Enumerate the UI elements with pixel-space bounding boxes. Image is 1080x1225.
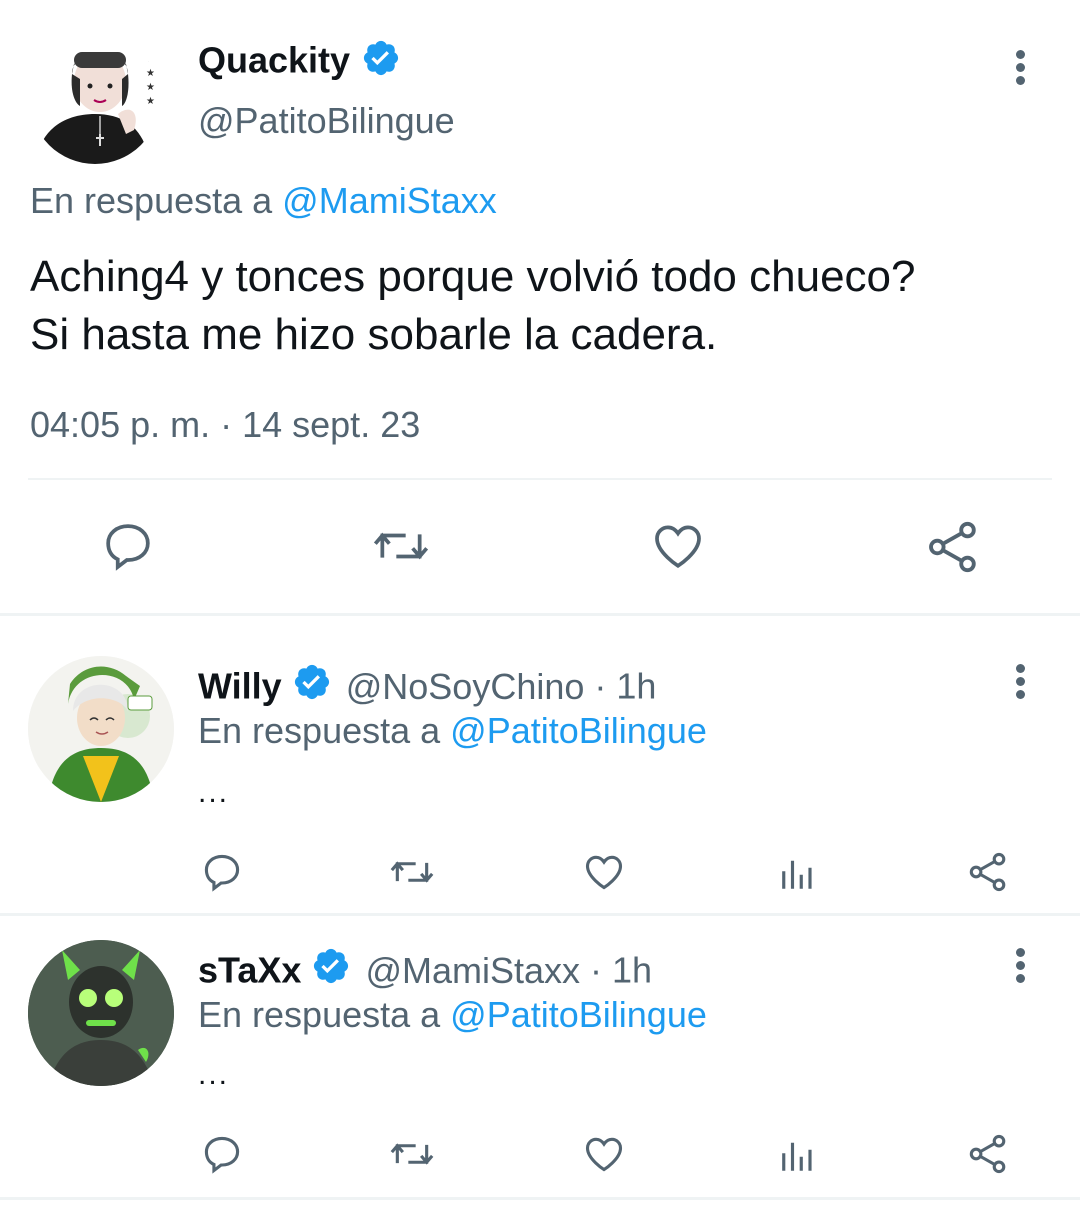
- reply-context: En respuesta a @MamiStaxx: [30, 180, 497, 222]
- reply-prefix: En respuesta a: [198, 710, 441, 751]
- author-name[interactable]: Willy: [198, 666, 282, 707]
- reply-context: En respuesta a @PatitoBilingue: [198, 994, 707, 1036]
- svg-text:★: ★: [146, 96, 155, 107]
- more-icon[interactable]: [1014, 50, 1026, 89]
- section-separator: [0, 613, 1080, 616]
- tweet-text-line-1: Aching4 y tonces porque volvió todo chue…: [30, 252, 916, 301]
- avatar-willy[interactable]: [28, 656, 174, 802]
- retweet-icon[interactable]: [368, 518, 434, 574]
- reply-time[interactable]: · 1h: [590, 950, 652, 991]
- reply-context: En respuesta a @PatitoBilingue: [198, 710, 707, 752]
- reply-1-header: Willy @NoSoyChino · 1h: [198, 662, 656, 708]
- section-separator: [0, 913, 1080, 916]
- like-icon[interactable]: [650, 518, 706, 574]
- svg-text:★: ★: [146, 54, 155, 65]
- avatar-image: [28, 656, 174, 802]
- main-author-line: Quackity: [198, 38, 401, 82]
- divider: [28, 478, 1052, 480]
- author-name[interactable]: sTaXx: [198, 950, 301, 991]
- analytics-icon[interactable]: [774, 1134, 818, 1176]
- reply-icon[interactable]: [100, 518, 156, 574]
- reply-icon[interactable]: [200, 1132, 244, 1176]
- reply-prefix: En respuesta a: [198, 994, 441, 1035]
- retweet-icon[interactable]: [386, 1132, 438, 1176]
- verified-badge-icon: [361, 38, 401, 83]
- reply-to-link[interactable]: @PatitoBilingue: [450, 710, 707, 751]
- avatar-image: [28, 940, 174, 1086]
- more-icon[interactable]: [1014, 948, 1026, 987]
- analytics-icon[interactable]: [774, 852, 818, 894]
- reply-icon[interactable]: [200, 850, 244, 894]
- share-icon[interactable]: [924, 518, 982, 576]
- reply-to-link[interactable]: @MamiStaxx: [282, 180, 497, 221]
- author-handle[interactable]: @MamiStaxx: [365, 950, 580, 991]
- more-icon[interactable]: [1014, 664, 1026, 703]
- reply-text: ...: [198, 776, 230, 809]
- like-icon[interactable]: [582, 1132, 626, 1176]
- reply-to-link[interactable]: @PatitoBilingue: [450, 994, 707, 1035]
- tweet-text: Aching4 y tonces porque volvió todo chue…: [30, 248, 915, 364]
- reply-prefix: En respuesta a: [30, 180, 273, 221]
- author-handle[interactable]: @NoSoyChino: [346, 666, 585, 707]
- section-separator: [0, 1197, 1080, 1200]
- verified-badge-icon: [292, 662, 332, 711]
- avatar-quackity[interactable]: ★ ★ ★ ★: [30, 34, 160, 164]
- like-icon[interactable]: [582, 850, 626, 894]
- verified-badge-icon: [311, 946, 351, 995]
- reply-text: ...: [198, 1058, 230, 1091]
- avatar-image: ★ ★ ★ ★: [30, 34, 160, 164]
- reply-time[interactable]: · 1h: [594, 666, 656, 707]
- author-handle[interactable]: @PatitoBilingue: [198, 100, 455, 142]
- retweet-icon[interactable]: [386, 850, 438, 894]
- reply-2-header: sTaXx @MamiStaxx · 1h: [198, 946, 652, 992]
- tweet-timestamp[interactable]: 04:05 p. m. · 14 sept. 23: [30, 404, 420, 446]
- share-icon[interactable]: [966, 1132, 1010, 1176]
- svg-text:★: ★: [146, 82, 155, 93]
- tweet-text-line-2: Si hasta me hizo sobarle la cadera.: [30, 310, 718, 359]
- share-icon[interactable]: [966, 850, 1010, 894]
- author-name[interactable]: Quackity: [198, 40, 350, 81]
- svg-text:★: ★: [146, 68, 155, 79]
- avatar-staxx[interactable]: [28, 940, 174, 1086]
